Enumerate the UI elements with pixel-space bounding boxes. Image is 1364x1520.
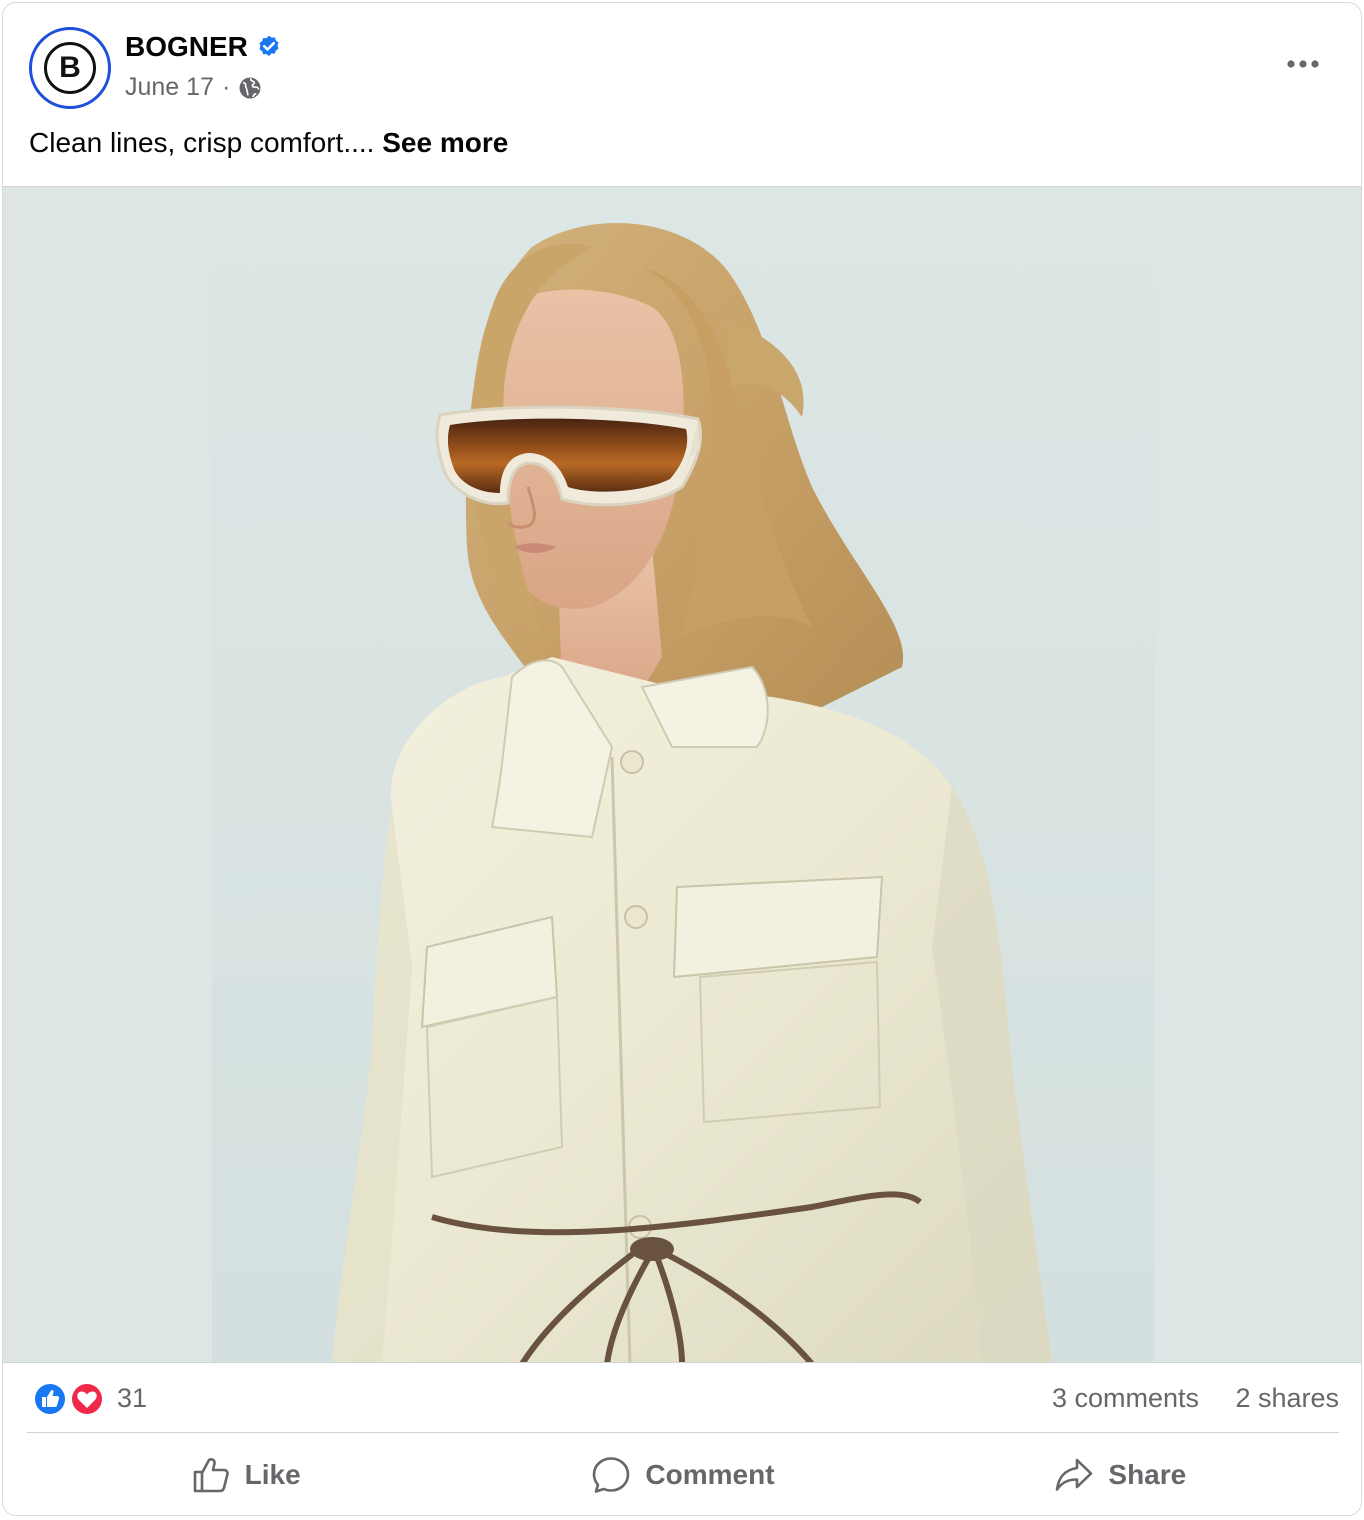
post-meta: June 17 · (125, 73, 262, 102)
reaction-count[interactable]: 31 (117, 1383, 147, 1414)
globe-icon[interactable] (238, 76, 262, 100)
caption-text: Clean lines, crisp comfort.... (29, 127, 375, 158)
page-name-row: BOGNER (125, 31, 282, 63)
verified-badge-icon (259, 35, 279, 56)
stats-divider (27, 1432, 1339, 1433)
shares-count[interactable]: 2 shares (1235, 1383, 1339, 1414)
more-options-button[interactable] (1273, 43, 1333, 85)
post-photo[interactable] (3, 186, 1361, 1363)
comment-label: Comment (645, 1459, 775, 1490)
page-avatar[interactable]: B (29, 27, 111, 109)
like-button[interactable]: Like (27, 1435, 464, 1515)
like-label: Like (244, 1459, 301, 1490)
avatar-logo: B (44, 42, 96, 94)
reaction-icons[interactable] (31, 1381, 107, 1417)
share-arrow-icon (1056, 1458, 1093, 1491)
post-date[interactable]: June 17 (125, 73, 214, 102)
thumbs-up-icon (193, 1458, 229, 1493)
comment-button[interactable]: Comment (464, 1435, 901, 1515)
post-caption: Clean lines, crisp comfort.... See more (29, 127, 508, 159)
more-options-icon (1287, 60, 1319, 68)
meta-separator: · (221, 73, 231, 101)
see-more-link[interactable]: See more (382, 127, 508, 158)
share-button[interactable]: Share (902, 1435, 1339, 1515)
page-name[interactable]: BOGNER (125, 31, 248, 63)
comment-bubble-icon (593, 1457, 630, 1493)
action-bar: Like Comment Share (27, 1435, 1339, 1515)
share-label: Share (1108, 1459, 1187, 1490)
fashion-photo-image (212, 187, 1154, 1362)
love-reaction-icon (70, 1382, 104, 1416)
like-reaction-icon (33, 1382, 67, 1416)
comments-count[interactable]: 3 comments (1052, 1383, 1199, 1414)
post-card: B BOGNER June 17 · Clean lines, crisp co… (2, 2, 1362, 1516)
post-stats: 31 3 comments 2 shares (3, 1363, 1361, 1433)
